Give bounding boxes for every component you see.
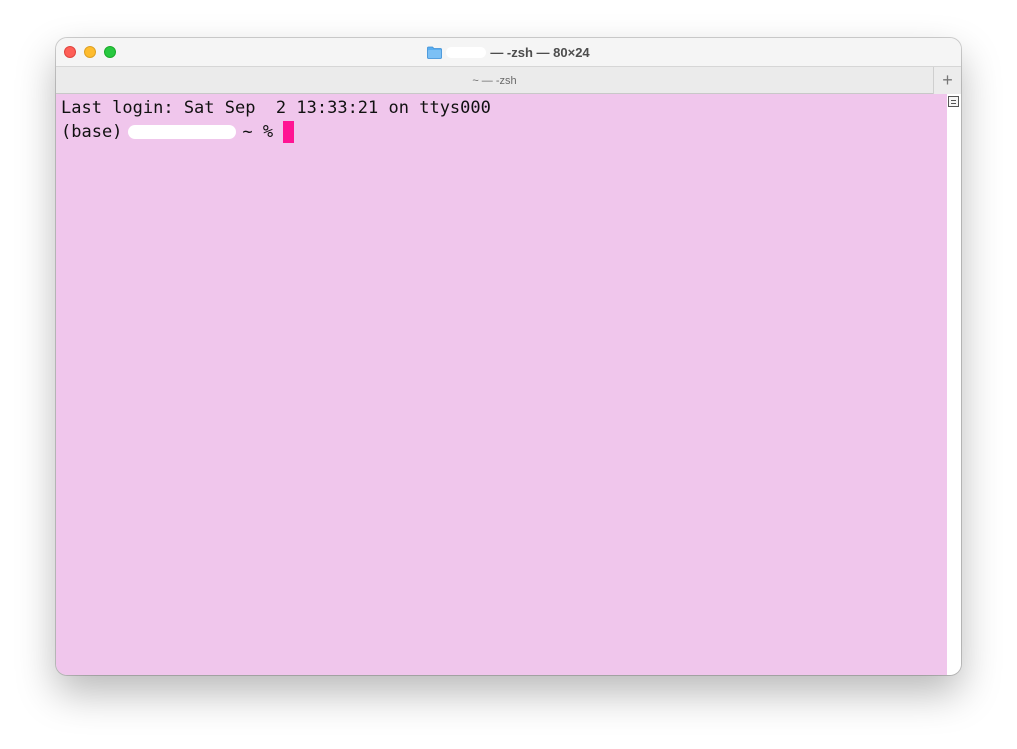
window-title: — -zsh — 80×24 xyxy=(56,38,961,66)
title-bar[interactable]: — -zsh — 80×24 xyxy=(56,38,961,66)
redacted-hostname xyxy=(128,125,237,139)
scrollbar-track[interactable] xyxy=(947,94,961,675)
last-login-line: Last login: Sat Sep 2 13:33:21 on ttys00… xyxy=(61,98,491,118)
tab-bar: ~ — -zsh + xyxy=(56,66,961,94)
prompt-suffix: ~ % xyxy=(242,122,274,142)
terminal-window: — -zsh — 80×24 ~ — -zsh + Last login: Sa… xyxy=(56,38,961,675)
scroll-marker-icon[interactable] xyxy=(948,96,959,107)
tab-zsh[interactable]: ~ — -zsh xyxy=(56,67,933,94)
folder-icon xyxy=(427,46,443,59)
text-cursor xyxy=(283,121,295,143)
window-title-text: — -zsh — 80×24 xyxy=(490,44,590,60)
prompt-line: (base) ~ % xyxy=(61,120,295,144)
redacted-username xyxy=(446,46,487,58)
prompt-prefix: (base) xyxy=(61,122,123,142)
terminal-content[interactable]: Last login: Sat Sep 2 13:33:21 on ttys00… xyxy=(56,94,947,675)
new-tab-button[interactable]: + xyxy=(933,67,961,94)
